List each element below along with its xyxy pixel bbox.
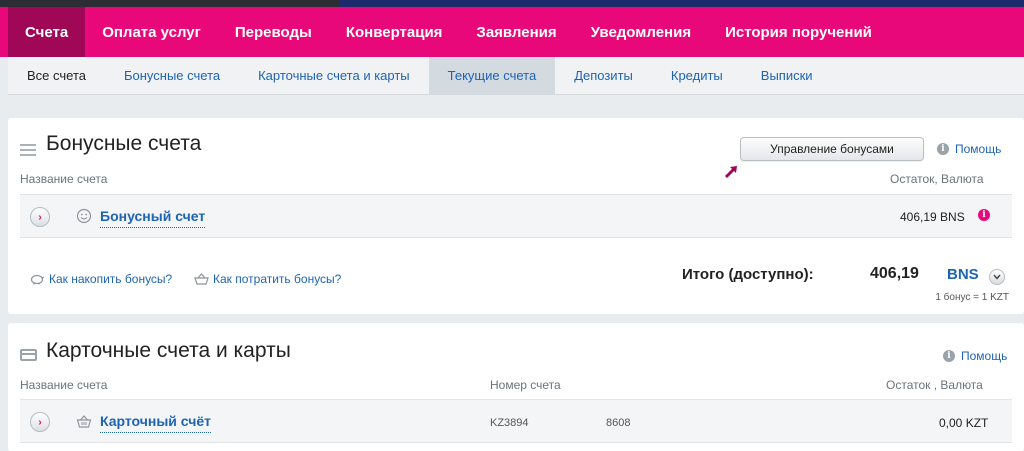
total-value: 406,19 bbox=[870, 265, 919, 282]
sub-nav-statements[interactable]: Выписки bbox=[742, 57, 832, 95]
main-nav-accounts[interactable]: Счета bbox=[8, 7, 86, 57]
card-account-name[interactable]: Карточный счёт bbox=[100, 413, 211, 433]
top-strip bbox=[0, 0, 1024, 7]
main-nav-transfers[interactable]: Переводы bbox=[218, 7, 329, 57]
cards-help-link[interactable]: i Помощь bbox=[943, 349, 1007, 363]
sub-nav: Все счета Бонусные счета Карточные счета… bbox=[8, 56, 1024, 95]
main-nav-conversion[interactable]: Конвертация bbox=[329, 7, 460, 57]
basket-icon bbox=[194, 273, 209, 285]
main-nav-order-history[interactable]: История поручений bbox=[708, 7, 889, 57]
card-account-amount: 0,00 KZT bbox=[939, 416, 989, 430]
main-nav-applications[interactable]: Заявления bbox=[459, 7, 573, 57]
how-to-earn-bonuses-link[interactable]: Как накопить бонусы? bbox=[30, 272, 172, 286]
sub-nav-bonus-accounts[interactable]: Бонусные счета bbox=[105, 57, 239, 95]
bonus-help-label: Помощь bbox=[955, 142, 1002, 156]
card-accounts-panel: Карточные счета и карты i Помощь Названи… bbox=[8, 323, 1024, 451]
main-nav-notifications[interactable]: Уведомления bbox=[574, 7, 708, 57]
card-icon bbox=[20, 349, 37, 361]
card-account-row[interactable]: › Карточный счёт KZ3894 8608 0,00 KZT bbox=[20, 399, 1012, 443]
sub-nav-card-accounts[interactable]: Карточные счета и карты bbox=[239, 57, 429, 95]
total-currency[interactable]: BNS bbox=[947, 266, 979, 283]
currency-dropdown[interactable] bbox=[989, 269, 1005, 285]
how-to-earn-bonuses-label: Как накопить бонусы? bbox=[49, 272, 173, 286]
piggy-bank-icon bbox=[30, 274, 45, 285]
top-strip-accent bbox=[340, 0, 1024, 7]
chevron-down-icon bbox=[993, 274, 1001, 280]
smiley-icon bbox=[76, 208, 92, 224]
bonus-account-name[interactable]: Бонусный счет bbox=[100, 208, 206, 228]
cards-col-name: Название счета bbox=[20, 378, 108, 392]
main-nav: Счета Оплата услуг Переводы Конвертация … bbox=[0, 7, 1024, 57]
bonus-account-row[interactable]: › Бонусный счет 406,19 BNS i bbox=[20, 194, 1012, 238]
cards-panel-title: Карточные счета и карты bbox=[46, 339, 291, 362]
cards-help-label: Помощь bbox=[961, 349, 1008, 363]
manage-bonuses-button[interactable]: Управление бонусами bbox=[740, 137, 924, 161]
sub-nav-all-accounts[interactable]: Все счета bbox=[8, 57, 105, 95]
bonus-account-amount: 406,19 BNS bbox=[900, 210, 965, 224]
chevron-right-icon[interactable]: › bbox=[30, 412, 50, 432]
cards-col-balance: Остаток , Валюта bbox=[886, 378, 983, 392]
sub-nav-deposits[interactable]: Депозиты bbox=[555, 57, 652, 95]
info-icon: i bbox=[943, 350, 955, 362]
sub-nav-current-accounts[interactable]: Текущие счета bbox=[428, 56, 556, 95]
bonus-exchange-rate: 1 бонус = 1 KZT bbox=[935, 292, 1009, 303]
list-icon bbox=[20, 144, 36, 158]
main-nav-payments[interactable]: Оплата услуг bbox=[85, 7, 218, 57]
bonus-accounts-panel: Бонусные счета Управление бонусами i Пом… bbox=[8, 118, 1024, 314]
bonus-panel-title: Бонусные счета bbox=[46, 132, 202, 155]
basket-icon bbox=[76, 415, 92, 428]
card-account-number-suffix: 8608 bbox=[606, 417, 631, 429]
how-to-spend-bonuses-link[interactable]: Как потратить бонусы? bbox=[194, 272, 341, 286]
cards-col-number: Номер счета bbox=[490, 378, 561, 392]
card-account-number-prefix: KZ3894 bbox=[490, 417, 529, 429]
sub-nav-credits[interactable]: Кредиты bbox=[652, 57, 742, 95]
bonus-help-link[interactable]: i Помощь bbox=[937, 142, 1001, 156]
total-label: Итого (доступно): bbox=[682, 266, 814, 283]
bonus-col-balance: Остаток, Валюта bbox=[890, 172, 984, 186]
bonus-col-name: Название счета bbox=[20, 172, 108, 186]
arrow-icon bbox=[724, 166, 737, 179]
how-to-spend-bonuses-label: Как потратить бонусы? bbox=[213, 272, 342, 286]
alert-icon[interactable]: i bbox=[978, 209, 990, 221]
info-icon: i bbox=[937, 143, 949, 155]
chevron-right-icon[interactable]: › bbox=[30, 207, 50, 227]
